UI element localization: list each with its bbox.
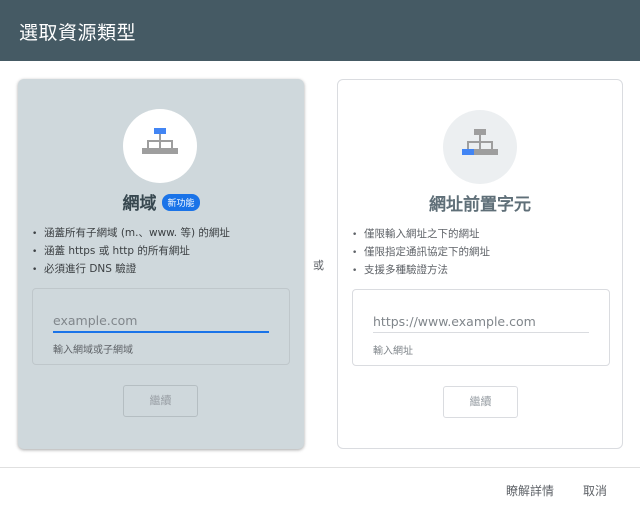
domain-input[interactable]	[53, 309, 269, 331]
prefix-card-title: 網址前置字元	[429, 195, 531, 215]
or-separator: 或	[313, 259, 324, 272]
domain-card-title: 網域	[122, 194, 157, 214]
domain-icon-circle	[123, 109, 197, 183]
list-item: 涵蓋 https 或 http 的所有網址	[32, 243, 230, 261]
sitemap-icon	[142, 128, 178, 154]
domain-card-title-row: 網域 新功能	[18, 189, 304, 214]
dialog-title: 選取資源類型	[19, 22, 137, 44]
learn-more-button[interactable]: 瞭解詳情	[506, 482, 554, 499]
domain-feature-list: 涵蓋所有子網域 (m.、www. 等) 的網址 涵蓋 https 或 http …	[32, 225, 230, 279]
prefix-continue-button[interactable]: 繼續	[443, 386, 518, 418]
new-feature-badge: 新功能	[162, 194, 200, 211]
list-item: 必須進行 DNS 驗證	[32, 261, 230, 279]
prefix-feature-list: 僅限輸入網址之下的網址 僅限指定通訊協定下的網址 支援多種驗證方法	[352, 226, 490, 280]
list-item: 涵蓋所有子網域 (m.、www. 等) 的網址	[32, 225, 230, 243]
prefix-icon-circle	[443, 110, 517, 184]
prefix-input-underline	[373, 332, 589, 333]
domain-input-container: 輸入網域或子網域	[32, 288, 290, 365]
prefix-input-container: 輸入網址	[352, 289, 610, 366]
dialog-header: 選取資源類型	[0, 0, 640, 61]
domain-input-hint: 輸入網域或子網域	[53, 345, 133, 356]
domain-input-underline	[53, 331, 269, 333]
prefix-input-hint: 輸入網址	[373, 346, 413, 357]
domain-card[interactable]: 網域新功能 涵蓋所有子網域 (m.、www. 等) 的網址 涵蓋 https 或…	[18, 79, 304, 449]
list-item: 僅限輸入網址之下的網址	[352, 226, 490, 244]
footer-divider	[0, 467, 640, 468]
list-item: 僅限指定通訊協定下的網址	[352, 244, 490, 262]
cancel-button[interactable]: 取消	[583, 482, 607, 499]
sitemap-icon	[462, 129, 498, 155]
list-item: 支援多種驗證方法	[352, 262, 490, 280]
url-prefix-card[interactable]: 網址前置字元 僅限輸入網址之下的網址 僅限指定通訊協定下的網址 支援多種驗證方法…	[337, 79, 623, 449]
domain-continue-button[interactable]: 繼續	[123, 385, 198, 417]
url-prefix-input[interactable]	[373, 310, 589, 332]
